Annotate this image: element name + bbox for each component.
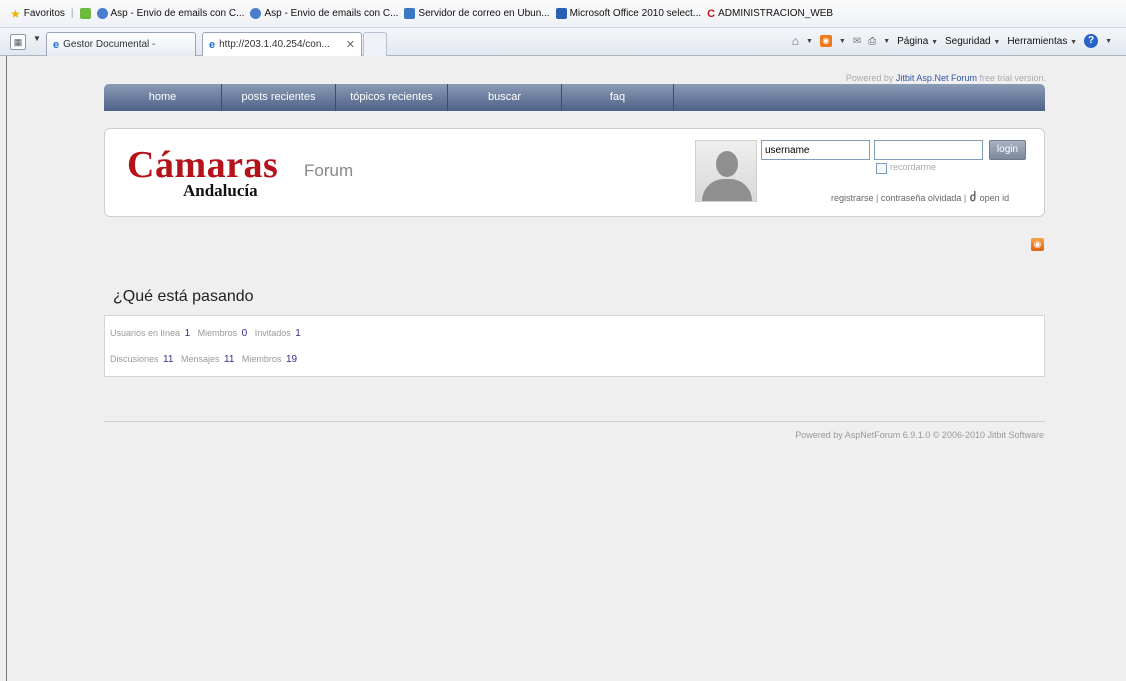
tab-bar: ▦ ▼ e Gestor Documental - e http://203.1… xyxy=(0,28,1126,56)
command-bar: ⌂ ▼ ◉ ▼ ✉ ⎙ ▼ Página ▼ Seguridad ▼ Herramie… xyxy=(791,34,1112,48)
tab-forum[interactable]: e http://203.1.40.254/con... ✕ xyxy=(202,32,362,56)
favorite-link-1[interactable]: Asp - Envio de emails con C... xyxy=(96,8,244,19)
forum-stats-row: Discusiones 11 Mensajes 11 Miembros 19 xyxy=(110,354,298,365)
avatar xyxy=(695,140,757,202)
discussions-count: 11 xyxy=(163,354,174,365)
tools-menu[interactable]: Herramientas ▼ xyxy=(1007,36,1077,47)
star-icon: ★ xyxy=(10,6,21,21)
remember-label: recordarme xyxy=(890,162,937,172)
page-viewport: Powered by Jitbit Asp.Net Forum free tri… xyxy=(6,56,1126,681)
footer-divider xyxy=(104,421,1045,422)
favorites-label: Favoritos xyxy=(23,8,65,19)
favorite-link-4[interactable]: Microsoft Office 2010 select... xyxy=(555,8,701,19)
nav-search[interactable]: buscar xyxy=(448,84,562,111)
favorite-link-3[interactable]: Servidor de correo en Ubun... xyxy=(404,8,550,19)
jitbit-link[interactable]: Jitbit Asp.Net Forum xyxy=(896,73,977,83)
security-menu[interactable]: Seguridad ▼ xyxy=(945,36,1000,47)
powered-by-top: Powered by Jitbit Asp.Net Forum free tri… xyxy=(845,73,1046,83)
openid-icon: ძ xyxy=(969,190,977,204)
guests-count: 1 xyxy=(295,328,301,339)
register-link[interactable]: registrarse xyxy=(831,193,874,203)
site-icon xyxy=(96,8,108,19)
total-members-count: 19 xyxy=(285,354,298,365)
footer-text: Powered by AspNetForum 6.9.1.0 © 2006-20… xyxy=(795,430,1044,440)
ie-icon: e xyxy=(209,38,216,51)
nav-faq[interactable]: faq xyxy=(562,84,674,111)
ie-icon: e xyxy=(53,38,60,51)
messages-count: 11 xyxy=(224,354,235,365)
tab-gestor-documental[interactable]: e Gestor Documental - xyxy=(46,32,196,56)
forum-label: Forum xyxy=(304,161,354,180)
camaras-logo[interactable]: Cámaras Andalucía xyxy=(127,143,278,205)
nav-home[interactable]: home xyxy=(104,84,222,111)
site-icon xyxy=(250,8,262,19)
print-icon[interactable]: ⎙ xyxy=(868,36,876,47)
add-favorite-icon[interactable] xyxy=(79,8,91,19)
password-input[interactable] xyxy=(874,140,983,160)
mail-icon[interactable]: ✉ xyxy=(853,36,861,47)
page-icon xyxy=(404,8,416,19)
favorites-button[interactable]: ★ Favoritos xyxy=(10,7,65,21)
page-menu[interactable]: Página ▼ xyxy=(897,36,938,47)
office-icon xyxy=(555,8,567,19)
username-input[interactable] xyxy=(761,140,870,160)
help-icon[interactable]: ? xyxy=(1084,34,1099,48)
stats-box: Usuarios en línea 1 Miembros 0 Invitados… xyxy=(104,315,1045,377)
admin-logo-icon: C xyxy=(707,7,716,20)
close-icon[interactable]: ✕ xyxy=(346,38,355,51)
login-button[interactable]: login xyxy=(989,140,1026,160)
auth-links: registrarse | contraseña olvidada | ძ op… xyxy=(831,190,1010,204)
online-members-count: 0 xyxy=(241,328,248,339)
new-tab-button[interactable] xyxy=(363,32,387,56)
rss-icon[interactable]: ◉ xyxy=(1031,238,1044,251)
main-nav: home posts recientes tópicos recientes b… xyxy=(104,84,1045,111)
home-icon[interactable]: ⌂ xyxy=(792,34,799,48)
favorite-link-5[interactable]: C ADMINISTRACION_WEB xyxy=(707,8,833,20)
nav-recent-posts[interactable]: posts recientes xyxy=(222,84,336,111)
forgot-password-link[interactable]: contraseña olvidada xyxy=(881,193,962,203)
favorites-bar: ★ Favoritos | Asp - Envio de emails con … xyxy=(0,0,1126,28)
online-count: 1 xyxy=(184,328,191,339)
nav-recent-topics[interactable]: tópicos recientes xyxy=(336,84,448,111)
tab-list-arrow-icon[interactable]: ▼ xyxy=(33,34,41,43)
feeds-icon[interactable]: ◉ xyxy=(819,35,832,47)
forum-header: Cámaras Andalucía Forum login recordarme… xyxy=(104,128,1045,217)
openid-link[interactable]: open id xyxy=(980,193,1010,203)
quick-tabs-icon[interactable]: ▦ xyxy=(10,34,26,50)
remember-checkbox[interactable] xyxy=(876,163,887,174)
favorite-link-2[interactable]: Asp - Envio de emails con C... xyxy=(250,8,398,19)
online-stats-row: Usuarios en línea 1 Miembros 0 Invitados… xyxy=(110,328,301,339)
section-title: ¿Qué está pasando xyxy=(113,288,254,305)
